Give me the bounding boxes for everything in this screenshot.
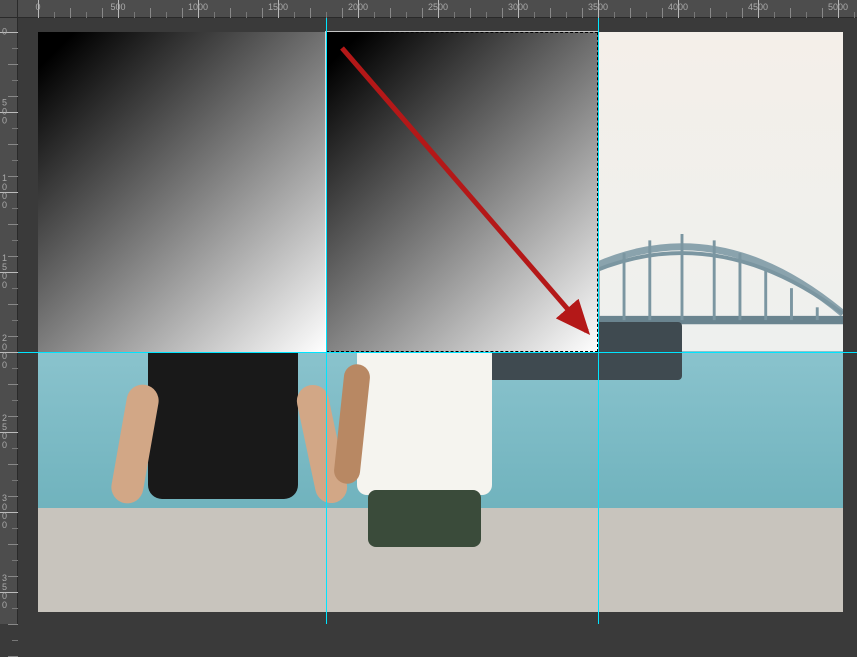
ruler-h-label: 2000	[348, 2, 368, 12]
ruler-origin[interactable]	[0, 0, 18, 18]
ruler-v-label: 2000	[2, 334, 16, 370]
ruler-h-label: 4500	[748, 2, 768, 12]
ruler-h-label: 0	[35, 2, 40, 12]
ruler-h-label: 4000	[668, 2, 688, 12]
ruler-h-label: 3000	[508, 2, 528, 12]
ruler-h-label: 2500	[428, 2, 448, 12]
document-canvas[interactable]	[38, 32, 843, 612]
guide-vertical-1[interactable]	[326, 18, 327, 624]
ruler-h-label: 1000	[188, 2, 208, 12]
guide-horizontal[interactable]	[18, 352, 857, 353]
horizontal-ruler[interactable]: 0 500 1000 1500 2000 2500 3000 3500 4000 4500 5000	[18, 0, 857, 18]
ruler-h-label: 3500	[588, 2, 608, 12]
ruler-h-label: 1500	[268, 2, 288, 12]
ruler-h-label: 5000	[828, 2, 848, 12]
ruler-v-label: 2500	[2, 414, 16, 450]
ruler-h-label: 500	[110, 2, 125, 12]
ruler-v-label: 3000	[2, 494, 16, 530]
ruler-v-label: 1000	[2, 174, 16, 210]
ruler-v-label: 500	[2, 99, 16, 126]
gradient-layer-1[interactable]	[38, 32, 326, 352]
vertical-ruler[interactable]: 0 500 1000 1500 2000 2500 3000 3500	[0, 18, 18, 624]
ruler-v-label: 3500	[2, 574, 16, 610]
ruler-v-label: 0	[2, 28, 16, 37]
guide-vertical-2[interactable]	[598, 18, 599, 624]
ruler-v-label: 1500	[2, 254, 16, 290]
selection-marquee[interactable]	[326, 32, 598, 352]
canvas-viewport[interactable]	[18, 18, 857, 624]
